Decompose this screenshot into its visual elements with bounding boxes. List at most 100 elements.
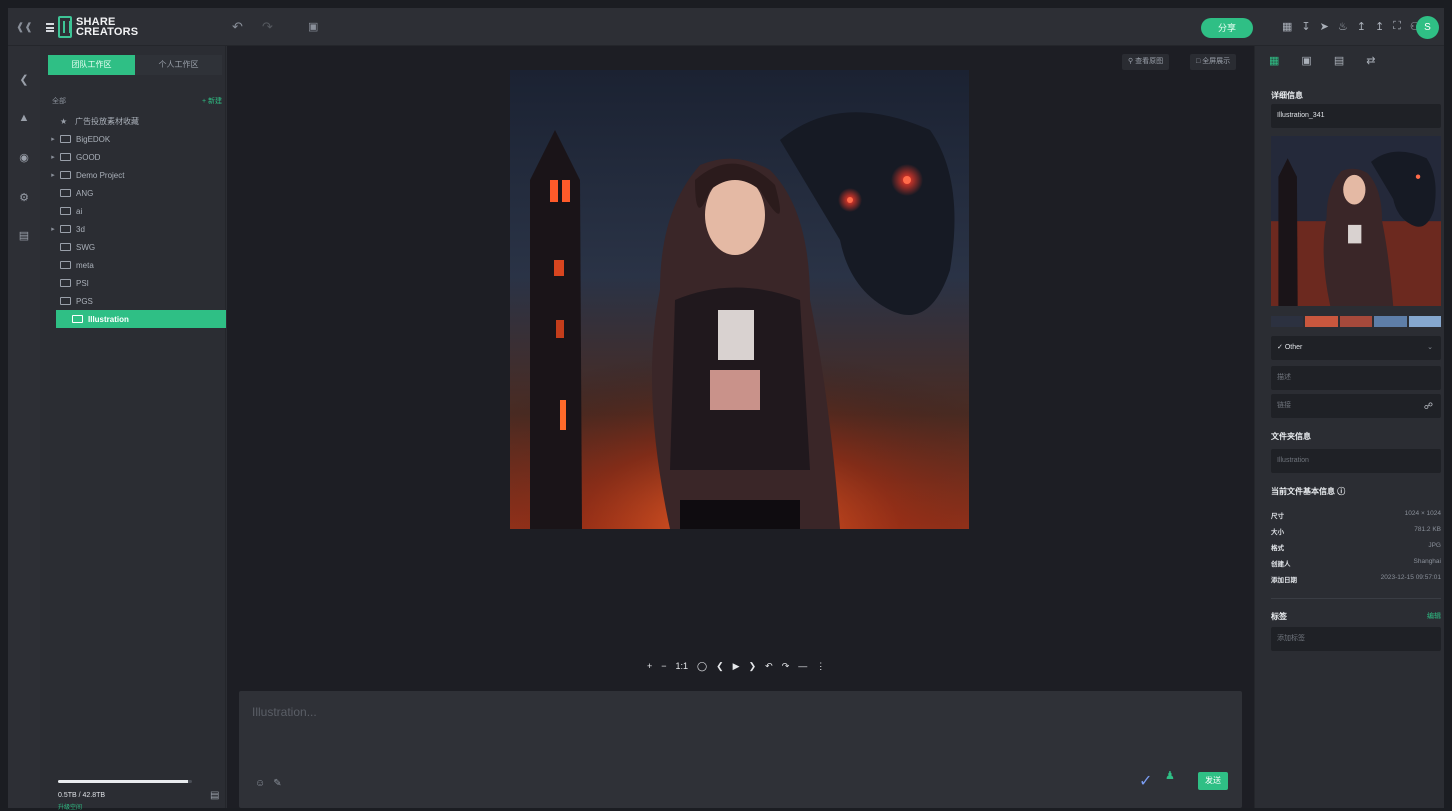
zoom-out-icon[interactable]: − (661, 661, 666, 672)
tab-team-workspace[interactable]: 团队工作区 (48, 55, 135, 75)
send-button[interactable]: 发送 (1198, 772, 1228, 790)
rotate-right-icon[interactable]: ↷ (782, 661, 790, 672)
upgrade-storage-link[interactable]: 升级空间 (58, 802, 218, 811)
view-original-button[interactable]: ⚲ 查看原图 (1122, 54, 1170, 70)
folder-item[interactable]: ★ 广告投放素材收藏 (48, 112, 226, 130)
zoom-in-icon[interactable]: + (647, 661, 652, 672)
bell-icon[interactable]: ♨ (1338, 20, 1348, 33)
storage-usage: 0.5TB / 42.8TB 升级空间 ▤ (58, 780, 219, 811)
tree-header: 全部 + 新建 (52, 96, 222, 106)
meta-value: Shanghai (1413, 558, 1441, 565)
menu-icon[interactable] (46, 22, 54, 32)
flip-icon[interactable]: — (798, 661, 807, 672)
collapse-sidebar-icon[interactable]: ❰❰ (16, 22, 33, 33)
download-icon[interactable]: ↧ (1301, 20, 1310, 33)
mention-icon[interactable]: ♟ (1165, 769, 1175, 782)
icon-rail: ❮ ▲ ◉ ⚙ ▤ (8, 46, 40, 808)
folder-item[interactable]: PGS (48, 292, 226, 310)
crop-icon[interactable]: ▣ (308, 20, 318, 34)
library-icon[interactable]: ◉ (18, 152, 30, 164)
tags-input[interactable]: 添加标签 (1271, 627, 1441, 651)
upload-icon[interactable]: ↥ (1357, 20, 1366, 33)
artwork-image[interactable] (510, 70, 969, 529)
import-icon[interactable]: ↥ (1375, 20, 1384, 33)
palette-swatch[interactable] (1271, 316, 1304, 327)
recycle-bin-icon[interactable]: ▤ (210, 790, 219, 801)
link-input[interactable]: 链接 ☍ (1271, 394, 1441, 418)
layout-icon[interactable]: ▦ (1282, 20, 1292, 33)
expand-icon[interactable]: ⛶ (1393, 20, 1401, 33)
edit-tags-link[interactable]: 编辑 (1427, 611, 1441, 622)
folder-label: GOOD (76, 152, 101, 162)
expand-arrow-icon[interactable]: ▸ (48, 135, 58, 143)
folder-field[interactable]: Illustration (1271, 449, 1441, 473)
folder-icon (60, 153, 71, 161)
fullscreen-label: 全屏展示 (1202, 58, 1231, 65)
versions-tab-icon[interactable]: ▤ (1334, 54, 1344, 67)
share-tab-icon[interactable]: ⇄ (1366, 54, 1375, 67)
folder-label: ANG (76, 188, 94, 198)
previous-icon[interactable]: ❮ (716, 661, 724, 672)
folder-icon (60, 279, 71, 287)
folder-item[interactable]: ANG (48, 184, 226, 202)
brand-line-2: CREATORS (76, 26, 139, 38)
basic-info-heading: 当前文件基本信息 ⓘ (1271, 486, 1345, 497)
palette-swatch[interactable] (1374, 316, 1407, 327)
folder-label: SWG (76, 242, 96, 252)
folder-item[interactable]: ▸ GOOD (48, 148, 226, 166)
folder-item[interactable]: ▸ Demo Project (48, 166, 226, 184)
emoji-icon[interactable]: ☺ (255, 778, 265, 789)
new-folder-button[interactable]: + 新建 (202, 96, 222, 106)
attach-icon[interactable]: ✎ (273, 778, 281, 789)
palette-swatch[interactable] (1408, 316, 1442, 327)
expand-arrow-icon[interactable]: ▸ (48, 153, 58, 161)
send-icon[interactable]: ➤ (1320, 20, 1329, 33)
fullscreen-button[interactable]: □ 全屏展示 (1190, 54, 1237, 70)
folder-item[interactable]: ▸ 3d (48, 220, 226, 238)
settings-icon[interactable]: ⚙ (18, 192, 30, 204)
meta-value: 1024 × 1024 (1404, 510, 1441, 517)
actual-size-icon[interactable]: 1:1 (676, 661, 689, 672)
home-icon[interactable]: ▲ (18, 112, 30, 124)
more-icon[interactable]: ⋮ (816, 661, 825, 672)
back-icon[interactable]: ❮ (18, 74, 30, 86)
folder-item[interactable]: ▸ BigEDOK (48, 130, 226, 148)
folder-label: meta (76, 260, 94, 270)
category-select[interactable]: ✓ Other ⌄ (1271, 336, 1441, 360)
next-icon[interactable]: ❯ (749, 661, 757, 672)
share-button[interactable]: 分享 (1201, 18, 1253, 38)
file-meta: 尺寸 1024 × 1024 大小 781.2 KB 格式 JPG 创建人 Shanghai 添… (1271, 510, 1441, 590)
folder-item[interactable]: SWG (48, 238, 226, 256)
details-heading: 详细信息 (1271, 91, 1303, 100)
palette-swatch[interactable] (1305, 316, 1338, 327)
rotate-left-icon[interactable]: ↶ (765, 661, 773, 672)
meta-key: 添加日期 (1271, 577, 1297, 584)
folder-item[interactable]: ai (48, 202, 226, 220)
folder-label: BigEDOK (76, 134, 111, 144)
tab-personal-workspace[interactable]: 个人工作区 (135, 55, 222, 75)
info-tab-icon[interactable]: ▦ (1269, 54, 1279, 67)
storage-text: 0.5TB / 42.8TB (58, 792, 106, 799)
folder-item[interactable]: meta (48, 256, 226, 274)
trash-icon[interactable]: ▤ (18, 230, 30, 242)
expand-arrow-icon[interactable]: ▸ (48, 171, 58, 179)
comment-box[interactable]: Illustration... ☺ ✎ ✓ ♟ 发送 (239, 691, 1242, 808)
palette-swatch[interactable] (1339, 316, 1373, 327)
folder-item[interactable]: Illustration (56, 310, 226, 328)
avatar[interactable]: S (1416, 16, 1439, 39)
approve-icon[interactable]: ✓ (1139, 771, 1152, 791)
comments-tab-icon[interactable]: ▣ (1301, 54, 1311, 67)
folder-label: 广告投放素材收藏 (75, 116, 139, 126)
expand-arrow-icon[interactable]: ▸ (48, 225, 58, 233)
link-icon[interactable]: ☍ (1424, 394, 1433, 418)
undo-icon[interactable]: ↶ (232, 20, 243, 34)
file-name-field[interactable]: Illustration_341 (1271, 104, 1441, 128)
info-icon[interactable]: ⓘ (1337, 487, 1345, 496)
view-original-label: 查看原图 (1135, 58, 1164, 65)
folder-item[interactable]: PSI (48, 274, 226, 292)
redo-icon[interactable]: ↷ (262, 20, 273, 34)
play-icon[interactable]: ▶ (733, 661, 740, 672)
tags-header: 标签 编辑 (1271, 611, 1441, 622)
description-input[interactable]: 描述 (1271, 366, 1441, 390)
fit-icon[interactable]: ◯ (697, 661, 707, 672)
